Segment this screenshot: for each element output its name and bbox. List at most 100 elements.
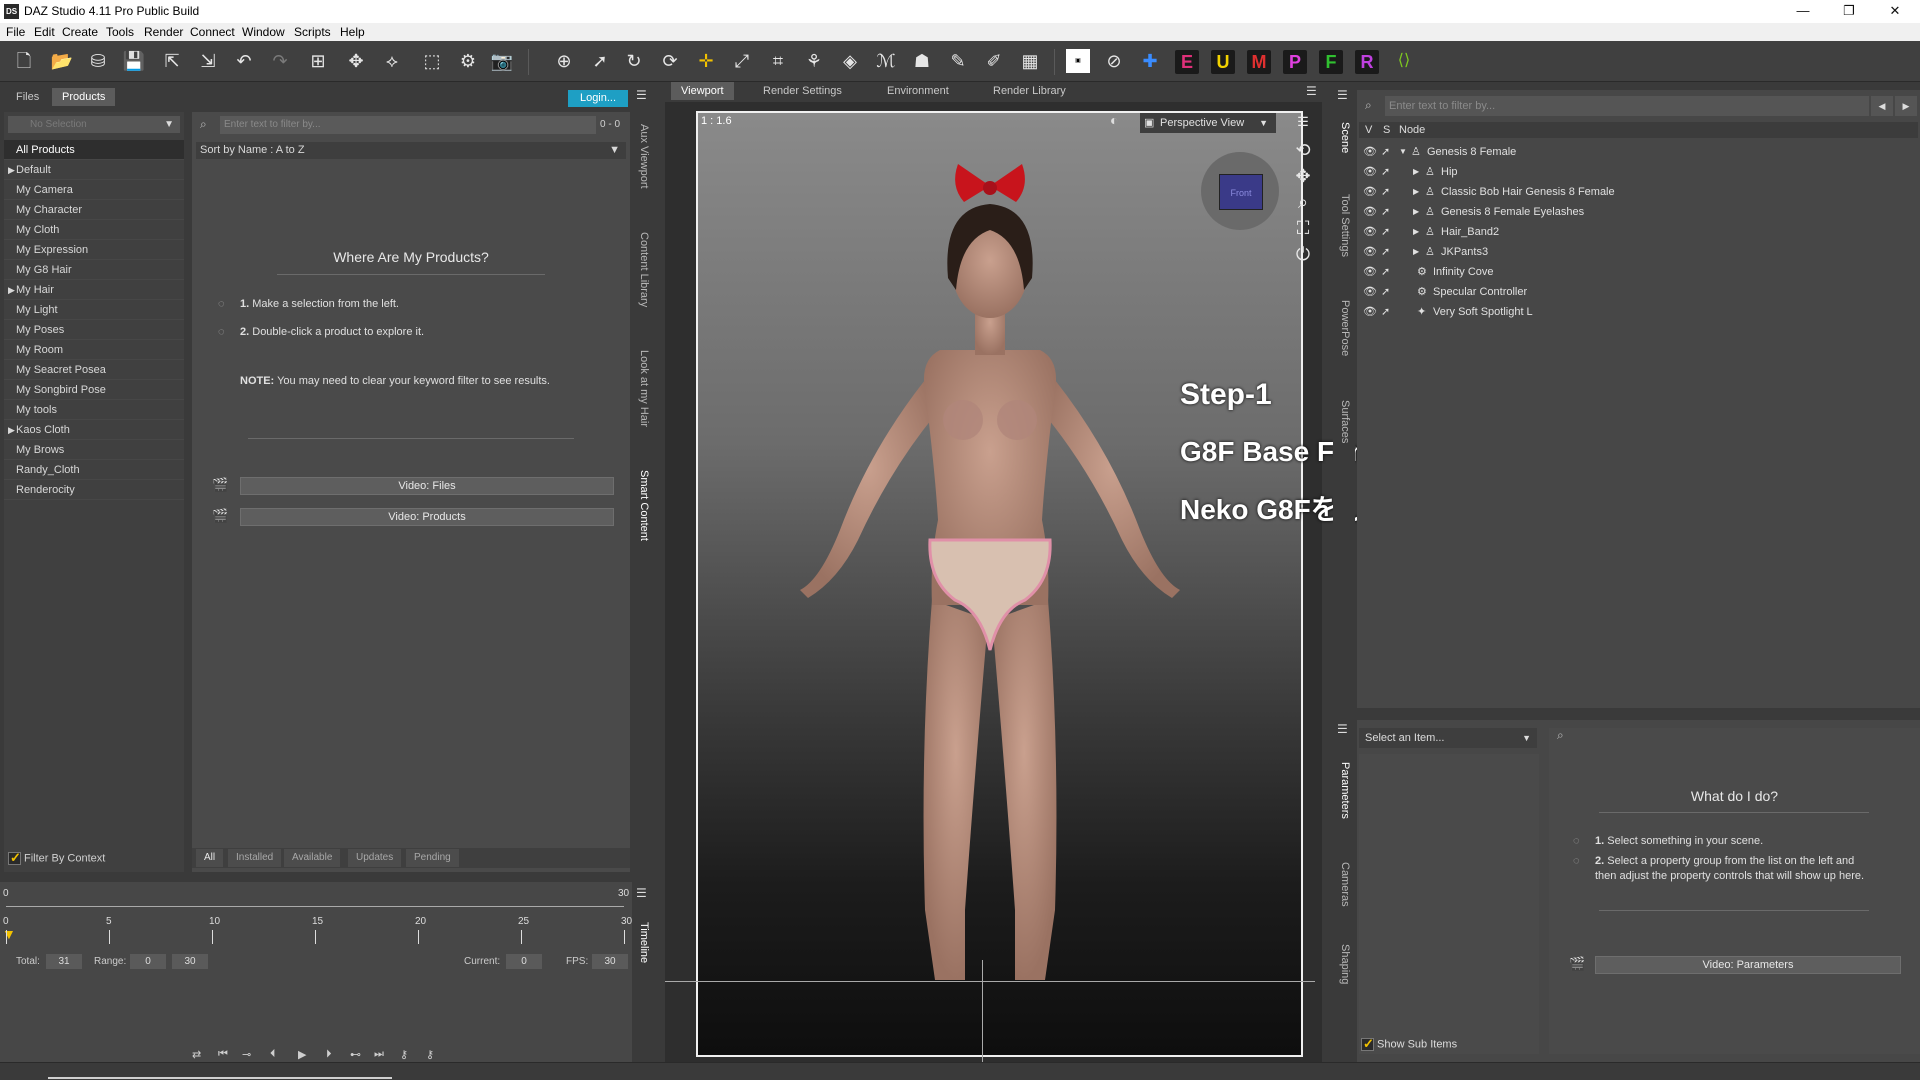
camera-tool-icon[interactable]: ⌗ [766, 49, 790, 73]
hide-icon[interactable]: ⊘ [1102, 49, 1126, 73]
pane-menu-icon[interactable]: ☰ [636, 88, 647, 102]
joint-editor-icon[interactable]: ⟡ [380, 49, 404, 73]
category-item[interactable]: My Room [4, 340, 184, 360]
category-item[interactable]: My Camera [4, 180, 184, 200]
scene-node[interactable]: 👁 ➚ ▶ ♙ Genesis 8 Female Eyelashes [1363, 202, 1903, 222]
texture-icon[interactable]: ▦ [1018, 49, 1042, 73]
tab-render-library[interactable]: Render Library [983, 82, 1076, 100]
morph-tool-icon[interactable]: ℳ [874, 49, 898, 73]
menu-create[interactable]: Create [62, 25, 98, 39]
expand-arrow-icon[interactable]: ▶ [8, 160, 15, 180]
expand-arrow-icon[interactable]: ▶ [1413, 182, 1419, 202]
category-item[interactable]: My Seacret Posea [4, 360, 184, 380]
script-u-button[interactable]: U [1211, 50, 1235, 74]
tab-render-settings[interactable]: Render Settings [753, 82, 852, 100]
orbit-camera-icon[interactable]: ⟲ [1293, 140, 1313, 161]
item-select-dropdown[interactable]: Select an Item... ▼ [1359, 728, 1537, 748]
category-item[interactable]: My Songbird Pose [4, 380, 184, 400]
category-item[interactable]: My Cloth [4, 220, 184, 240]
selectable-icon[interactable]: ➚ [1381, 162, 1390, 182]
category-item[interactable]: My tools [4, 400, 184, 420]
redo-icon[interactable]: ↷ [268, 49, 292, 73]
pane-menu-icon[interactable]: ☰ [1337, 88, 1348, 102]
category-item[interactable]: Randy_Cloth [4, 460, 184, 480]
node-selection-icon[interactable]: ➚ [588, 49, 612, 73]
visibility-icon[interactable]: 👁 [1363, 162, 1377, 182]
scene-node[interactable]: 👁 ➚ ▶ ♙ Hair_Band2 [1363, 222, 1903, 242]
close-button[interactable]: ✕ [1872, 0, 1918, 23]
video-files-button[interactable]: Video: Files [240, 477, 614, 495]
next-key-icon[interactable]: ⊷ [350, 1048, 361, 1061]
remove-key-icon[interactable]: ⚷ [426, 1048, 434, 1061]
selectable-icon[interactable]: ➚ [1381, 142, 1390, 162]
selectable-icon[interactable]: ➚ [1381, 242, 1390, 262]
render-settings-icon[interactable]: ⚙ [456, 49, 480, 73]
pan-camera-icon[interactable]: ✥ [1293, 166, 1313, 187]
category-item[interactable]: My Poses [4, 320, 184, 340]
new-scene-icon[interactable]: 🗋 [12, 49, 36, 73]
expand-arrow-icon[interactable]: ▶ [8, 280, 15, 300]
scale-icon[interactable]: ⤢ [730, 49, 754, 73]
add-key-icon[interactable]: ⚷ [400, 1048, 408, 1061]
script-e-button[interactable]: E [1175, 50, 1199, 74]
step-back-key-icon[interactable]: ⊸ [242, 1048, 251, 1061]
menu-edit[interactable]: Edit [34, 25, 55, 39]
tab-shaping[interactable]: Shaping [1339, 944, 1351, 984]
current-frame-field[interactable]: 0 [506, 954, 542, 969]
column-visible[interactable]: V [1365, 122, 1372, 138]
filter-by-context-checkbox[interactable]: Filter By Context [8, 850, 105, 866]
menu-scripts[interactable]: Scripts [294, 25, 331, 39]
merge-icon[interactable]: ⛁ [86, 49, 110, 73]
pane-menu-icon[interactable]: ☰ [1306, 84, 1317, 98]
save-icon[interactable]: 💾 [122, 49, 146, 73]
category-item[interactable]: Renderocity [4, 480, 184, 500]
code-icon[interactable]: ⟨⟩ [1392, 49, 1416, 73]
selectable-icon[interactable]: ➚ [1381, 262, 1390, 282]
product-filter-input[interactable]: Enter text to filter by... [220, 116, 596, 134]
script-f-button[interactable]: F [1319, 50, 1343, 74]
selectable-icon[interactable]: ➚ [1381, 302, 1390, 322]
category-item[interactable]: My G8 Hair [4, 260, 184, 280]
scene-node[interactable]: 👁 ➚ ⚙ Infinity Cove [1363, 262, 1903, 282]
expand-arrow-icon[interactable]: ▶ [1413, 222, 1419, 242]
scene-node[interactable]: 👁 ➚ ▼ ♙ Genesis 8 Female [1363, 142, 1903, 162]
tab-products[interactable]: Products [52, 88, 116, 106]
visibility-icon[interactable]: 👁 [1363, 302, 1377, 322]
expand-arrow-icon[interactable]: ▼ [1399, 142, 1407, 162]
category-item[interactable]: ▶ My Hair [4, 280, 184, 300]
selection-dropdown[interactable]: No Selection ▼ [8, 116, 180, 133]
go-start-icon[interactable]: ⏮ [218, 1048, 228, 1061]
tab-timeline[interactable]: Timeline [638, 922, 650, 963]
total-field[interactable]: 31 [46, 954, 82, 969]
play-icon[interactable]: ▶ [298, 1048, 306, 1061]
draw-style-icon[interactable]: ◐ [1110, 112, 1118, 128]
login-button[interactable]: Login... [568, 90, 628, 107]
selectable-icon[interactable]: ➚ [1381, 182, 1390, 202]
scene-node[interactable]: 👁 ➚ ✦ Very Soft Spotlight L [1363, 302, 1903, 322]
tab-powerpose[interactable]: PowerPose [1339, 300, 1351, 356]
visibility-icon[interactable]: 👁 [1363, 222, 1377, 242]
transform-tool-icon[interactable]: ✥ [344, 49, 368, 73]
scene-node[interactable]: 👁 ➚ ▶ ♙ Hip [1363, 162, 1903, 182]
menu-help[interactable]: Help [340, 25, 365, 39]
go-end-icon[interactable]: ⏭ [374, 1048, 384, 1061]
search-icon[interactable]: ⌕ [1557, 728, 1564, 743]
selectable-icon[interactable]: ➚ [1381, 222, 1390, 242]
reset-camera-icon[interactable]: ⏻ [1293, 244, 1313, 265]
video-parameters-button[interactable]: Video: Parameters [1595, 956, 1901, 974]
fps-field[interactable]: 30 [592, 954, 628, 969]
tab-smart-content[interactable]: Smart Content [638, 470, 650, 541]
undo-icon[interactable]: ↶ [232, 49, 256, 73]
rotate-icon[interactable]: ↻ [622, 49, 646, 73]
tab-look-at-my-hair[interactable]: Look at my Hair [638, 350, 650, 427]
spot-render-icon[interactable]: ✎ [946, 49, 970, 73]
filter-tab[interactable]: Pending [406, 849, 459, 867]
compass-icon[interactable]: ✚ [1138, 49, 1162, 73]
selectable-icon[interactable]: ➚ [1381, 202, 1390, 222]
universal-tool-icon[interactable]: ⊕ [552, 49, 576, 73]
step-forward-icon[interactable]: ⏵ [326, 1048, 332, 1061]
tab-parameters[interactable]: Parameters [1339, 762, 1351, 819]
tab-cameras[interactable]: Cameras [1339, 862, 1351, 907]
column-selectable[interactable]: S [1383, 122, 1390, 138]
visibility-icon[interactable]: 👁 [1363, 282, 1377, 302]
